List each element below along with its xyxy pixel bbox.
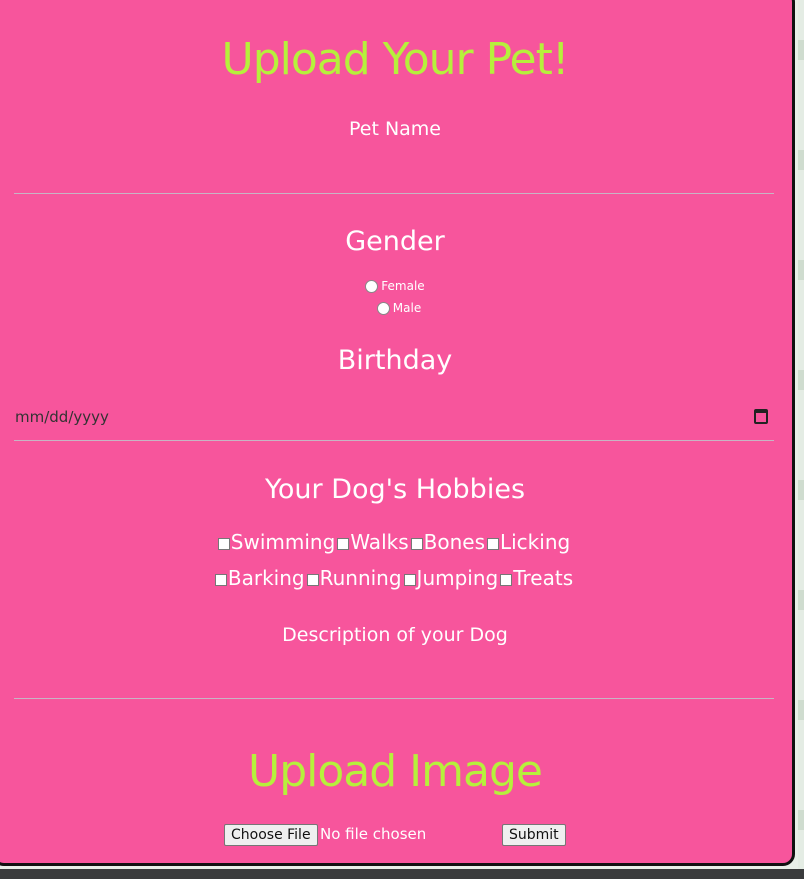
hobbies-heading: Your Dog's Hobbies [264, 474, 526, 505]
gender-heading: Gender [345, 226, 445, 257]
running-checkbox[interactable] [306, 573, 319, 586]
male-label: Male [392, 301, 422, 315]
bones-checkbox[interactable] [410, 537, 423, 550]
hobby-jumping[interactable]: Jumping [403, 566, 499, 590]
male-radio[interactable] [376, 302, 390, 315]
hobby-treats[interactable]: Treats [500, 566, 573, 590]
female-radio[interactable] [365, 280, 379, 293]
bones-label: Bones [423, 530, 485, 554]
description-input[interactable] [14, 698, 774, 699]
hobby-barking[interactable]: Barking [214, 566, 305, 590]
jumping-checkbox[interactable] [403, 573, 416, 586]
window-bottom-bar [0, 869, 804, 879]
treats-checkbox[interactable] [500, 573, 513, 586]
barking-label: Barking [227, 566, 305, 590]
pet-name-label: Pet Name [348, 118, 441, 140]
licking-label: Licking [499, 530, 571, 554]
birthday-underline [14, 440, 774, 441]
swimming-checkbox[interactable] [217, 537, 230, 550]
gender-option-male[interactable]: Male [4, 301, 794, 315]
calendar-icon[interactable] [754, 409, 768, 424]
gender-option-female[interactable]: Female [0, 279, 790, 293]
female-label: Female [381, 279, 425, 293]
swimming-label: Swimming [230, 530, 336, 554]
birthday-heading: Birthday [337, 345, 453, 376]
pet-name-input[interactable] [14, 193, 774, 194]
walks-label: Walks [350, 530, 409, 554]
choose-file-button[interactable]: Choose File [224, 824, 318, 846]
hobbies-row-2: Barking Running Jumping Treats [0, 566, 790, 590]
upload-image-heading: Upload Image [248, 746, 543, 797]
licking-checkbox[interactable] [486, 537, 499, 550]
hobby-licking[interactable]: Licking [486, 530, 571, 554]
submit-button[interactable]: Submit [502, 824, 566, 846]
walks-checkbox[interactable] [337, 537, 350, 550]
hobby-bones[interactable]: Bones [410, 530, 485, 554]
jumping-label: Jumping [416, 566, 499, 590]
background-paw-pattern [798, 0, 804, 869]
description-label: Description of your Dog [282, 624, 508, 646]
hobbies-row-1: Swimming Walks Bones Licking [0, 530, 790, 554]
birthday-date-input[interactable]: mm/dd/yyyy [15, 408, 109, 426]
barking-checkbox[interactable] [214, 573, 227, 586]
no-file-chosen-text: No file chosen [320, 825, 427, 843]
hobby-walks[interactable]: Walks [337, 530, 409, 554]
hobby-running[interactable]: Running [306, 566, 402, 590]
hobby-swimming[interactable]: Swimming [217, 530, 336, 554]
running-label: Running [319, 566, 402, 590]
treats-label: Treats [513, 566, 574, 590]
page-title: Upload Your Pet! [221, 34, 570, 85]
